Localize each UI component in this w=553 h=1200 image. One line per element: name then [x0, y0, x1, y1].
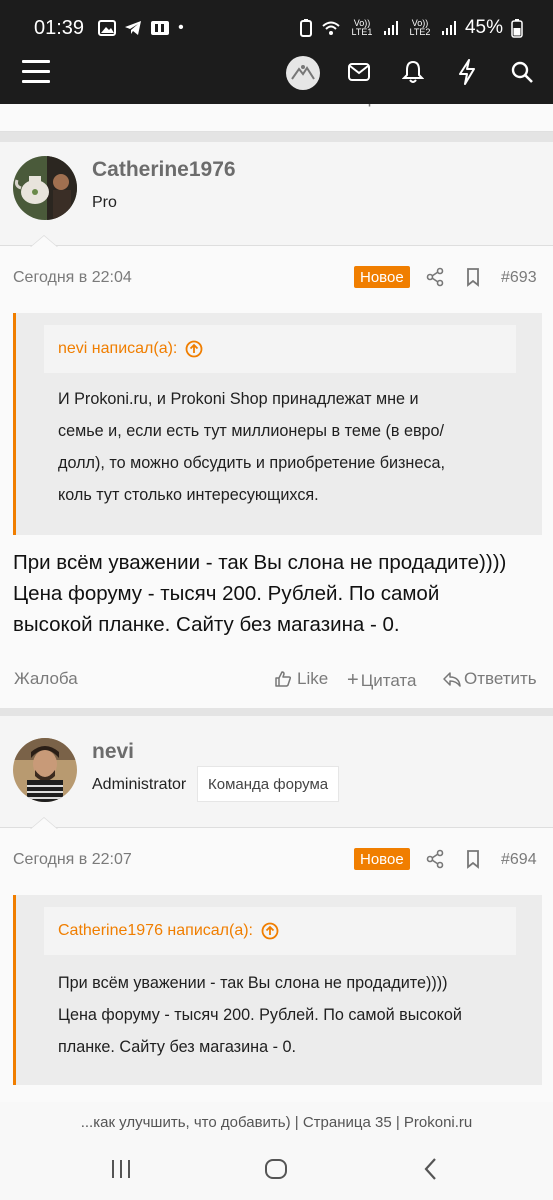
status-dot: •	[178, 19, 184, 36]
signal-icon-2	[441, 21, 456, 35]
battery-percent: 45%	[464, 17, 503, 38]
arrow-up-circle-icon[interactable]	[261, 922, 279, 940]
avatar[interactable]	[13, 156, 77, 220]
reply-button[interactable]: Ответить	[443, 669, 537, 689]
inbox-icon[interactable]	[344, 57, 374, 87]
app-nav	[0, 48, 553, 98]
status-bar: 01:39 • Vo)) LTE1 Vo)) LTE2 45%	[0, 10, 553, 46]
bookmark-icon[interactable]	[463, 267, 483, 287]
telegram-icon	[125, 21, 142, 35]
sim1-label: Vo)) LTE1	[351, 18, 373, 37]
post-actions: Жалоба Like + Цитата Ответить	[0, 669, 553, 693]
post-694: nevi Administrator Команда форума Сегодн…	[0, 716, 553, 1136]
reply-label: Ответить	[464, 669, 537, 688]
notification-icons: •	[98, 19, 184, 37]
page-title-bar[interactable]: ...как улучшить, что добавить) | Страниц…	[0, 1102, 553, 1142]
thumb-up-icon	[275, 671, 292, 687]
wifi-icon	[322, 21, 340, 35]
recent-apps-icon[interactable]	[106, 1154, 136, 1184]
quote-header[interactable]: nevi написал(а):	[44, 325, 516, 373]
home-icon[interactable]	[261, 1154, 291, 1184]
bell-icon[interactable]	[398, 57, 428, 87]
report-link[interactable]: Жалоба	[14, 669, 78, 689]
message-line: высокой планке. Сайту без магазина - 0.	[13, 613, 400, 636]
bookmark-icon[interactable]	[463, 849, 483, 869]
reply-icon	[443, 672, 461, 687]
user-title: Pro	[92, 194, 117, 211]
app-icon	[151, 21, 170, 35]
system-nav-bar	[0, 1142, 553, 1200]
user-block: Catherine1976 Pro	[0, 142, 553, 246]
screen: 01:39 • Vo)) LTE1 Vo)) LTE2 45% Catherin…	[0, 0, 553, 1200]
plus-icon: +	[347, 669, 359, 691]
new-badge: Новое	[354, 848, 410, 870]
share-icon[interactable]	[425, 267, 445, 287]
quote-author: nevi написал(а):	[58, 340, 178, 357]
arrow-up-circle-icon[interactable]	[185, 340, 203, 358]
quote-header[interactable]: Catherine1976 написал(а):	[44, 907, 516, 955]
quote-body: И Prokoni.ru, и Prokoni Shop принадлежат…	[58, 383, 528, 511]
quote-author: Catherine1976 написал(а):	[58, 922, 253, 939]
bolt-icon[interactable]	[452, 57, 482, 87]
message-line: Цена форуму - тысяч 200. Рублей. По само…	[13, 582, 440, 605]
status-time: 01:39	[34, 16, 85, 39]
quote-label: Цитата	[360, 670, 417, 690]
username[interactable]: nevi	[92, 740, 134, 764]
share-icon[interactable]	[425, 849, 445, 869]
quote-line: Цена форуму - тысяч 200. Рублей. По само…	[58, 1006, 462, 1024]
quote-line: планке. Сайту без магазина - 0.	[58, 1038, 296, 1056]
like-label: Like	[297, 669, 329, 688]
post-time[interactable]: Сегодня в 22:04	[13, 269, 132, 287]
top-bar: 01:39 • Vo)) LTE1 Vo)) LTE2 45%	[0, 0, 553, 104]
back-icon[interactable]	[416, 1154, 446, 1184]
search-icon[interactable]	[507, 57, 537, 87]
page-title: ...как улучшить, что добавить) | Страниц…	[80, 1113, 473, 1131]
quote-line: И Prokoni.ru, и Prokoni Shop принадлежат…	[58, 390, 419, 408]
staff-badge: Команда форума	[197, 766, 340, 802]
user-arrow	[30, 235, 58, 247]
user-arrow	[30, 817, 58, 829]
sim2-label: Vo)) LTE2	[409, 18, 431, 37]
post-693: Catherine1976 Pro Сегодня в 22:04 Новое …	[0, 142, 553, 708]
avatar[interactable]	[13, 738, 77, 802]
user-block: nevi Administrator Команда форума	[0, 716, 553, 828]
menu-icon[interactable]	[22, 60, 50, 84]
quote-line: долл), то можно обсудить и приобретение …	[58, 454, 445, 472]
battery-saver-icon	[299, 19, 312, 37]
quote-block: Catherine1976 написал(а): При всём уваже…	[13, 895, 542, 1085]
quote-line: коль тут столько интересующихся.	[58, 486, 319, 504]
post-message: При всём уважении - так Вы слона не прод…	[13, 547, 543, 640]
battery-icon	[511, 19, 523, 38]
new-badge: Новое	[354, 266, 410, 288]
quote-line: семье и, если есть тут миллионеры в теме…	[58, 422, 445, 440]
quote-button[interactable]: + Цитата	[347, 669, 417, 692]
quote-block: nevi написал(а): И Prokoni.ru, и Prokoni…	[13, 313, 542, 535]
post-separator	[0, 132, 553, 142]
gallery-icon	[98, 20, 117, 36]
post-number[interactable]: #693	[501, 269, 537, 287]
quote-line: При всём уважении - так Вы слона не прод…	[58, 974, 448, 992]
user-title: Administrator	[92, 776, 187, 793]
message-line: При всём уважении - так Вы слона не прод…	[13, 551, 507, 574]
site-logo-icon[interactable]	[286, 56, 320, 90]
signal-icon	[383, 21, 398, 35]
username[interactable]: Catherine1976	[92, 158, 236, 182]
like-button[interactable]: Like	[274, 669, 328, 689]
post-time[interactable]: Сегодня в 22:07	[13, 851, 132, 869]
quote-body: При всём уважении - так Вы слона не прод…	[58, 967, 528, 1063]
post-number[interactable]: #694	[501, 851, 537, 869]
status-right: Vo)) LTE1 Vo)) LTE2 45%	[299, 17, 523, 39]
